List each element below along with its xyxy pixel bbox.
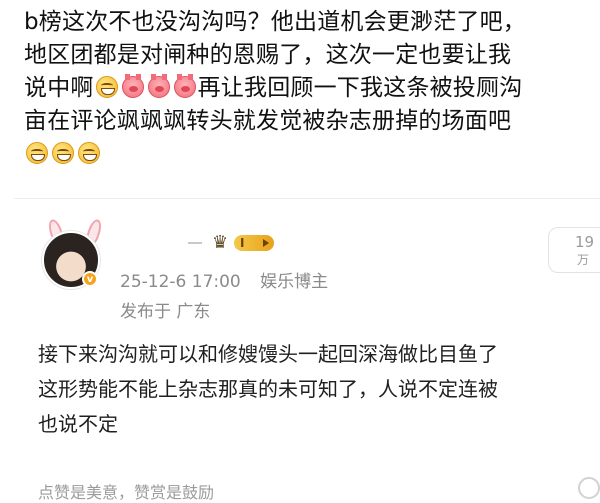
screenshot-page: b榜这次不也没沟沟吗？他出道机会更渺茫了吧， 地区团都是对闸种的恩赐了，这次一定… [0, 0, 600, 503]
grin-face-icon [95, 76, 118, 98]
post-line-1: b榜这次不也没沟沟吗？他出道机会更渺茫了吧， [24, 9, 526, 35]
level-pill: I [234, 235, 274, 251]
pig-face-icon [173, 74, 196, 98]
post-date: 25-12-6 17:00 [120, 272, 241, 292]
post-emoji-row [24, 138, 590, 171]
grin-face-icon [52, 142, 74, 164]
post-line-3: 说中啊 再让我回顾一下我这条被投厕沟 [24, 72, 590, 105]
author-role: 娱乐博主 [260, 272, 329, 292]
post-line-4: 亩在评论飒飒飒转头就发觉被杂志册掉的场面吧 [24, 108, 512, 134]
comment-line-2: 这形势能不能上杂志那真的未可知了，人说不定连被 [38, 377, 498, 401]
reward-note: 点赞是美意，赞赏是鼓励 [38, 483, 215, 502]
grin-face-icon [26, 142, 48, 164]
post-line-3-text: 说中啊 [24, 75, 94, 101]
like-count: 19 [575, 233, 595, 251]
post-text: b榜这次不也没沟沟吗？他出道机会更渺茫了吧， 地区团都是对闸种的恩赐了，这次一定… [24, 6, 590, 171]
like-count-unit: 万 [577, 253, 590, 267]
comment-line-1: 接下来沟沟就可以和修嫂馒头一起回深海做比目鱼了 [38, 342, 498, 366]
verified-badge-icon: v [82, 271, 98, 287]
crown-icon: ♛ [212, 232, 229, 253]
post-meta: 25-12-6 17:00 娱乐博主 [120, 267, 328, 292]
grin-face-icon [78, 142, 100, 164]
level-badge[interactable]: ♛ I [212, 232, 276, 254]
comment-body: 接下来沟沟就可以和修嫂馒头一起回深海做比目鱼了 这形势能不能上杂志那真的未可知了… [38, 337, 600, 442]
like-button[interactable]: 19 万 [548, 227, 600, 273]
post-location: 发布于 广东 [120, 302, 211, 322]
pig-face-icon [147, 74, 170, 98]
post-line-2: 地区团都是对闸种的恩赐了，这次一定也要让我 [24, 42, 512, 68]
avatar-frame[interactable]: v [38, 217, 110, 289]
comment-card: v ♛ I 19 万 25-12-6 17:00 娱乐博主 发布于 广东 接下来… [14, 198, 600, 503]
post-line-3-tail: 再让我回顾一下我这条被投厕沟 [197, 75, 523, 101]
comment-line-3: 也说不定 [38, 412, 118, 436]
username-placeholder [188, 242, 202, 244]
more-options-icon[interactable] [578, 477, 600, 499]
pig-face-icon [121, 74, 144, 98]
